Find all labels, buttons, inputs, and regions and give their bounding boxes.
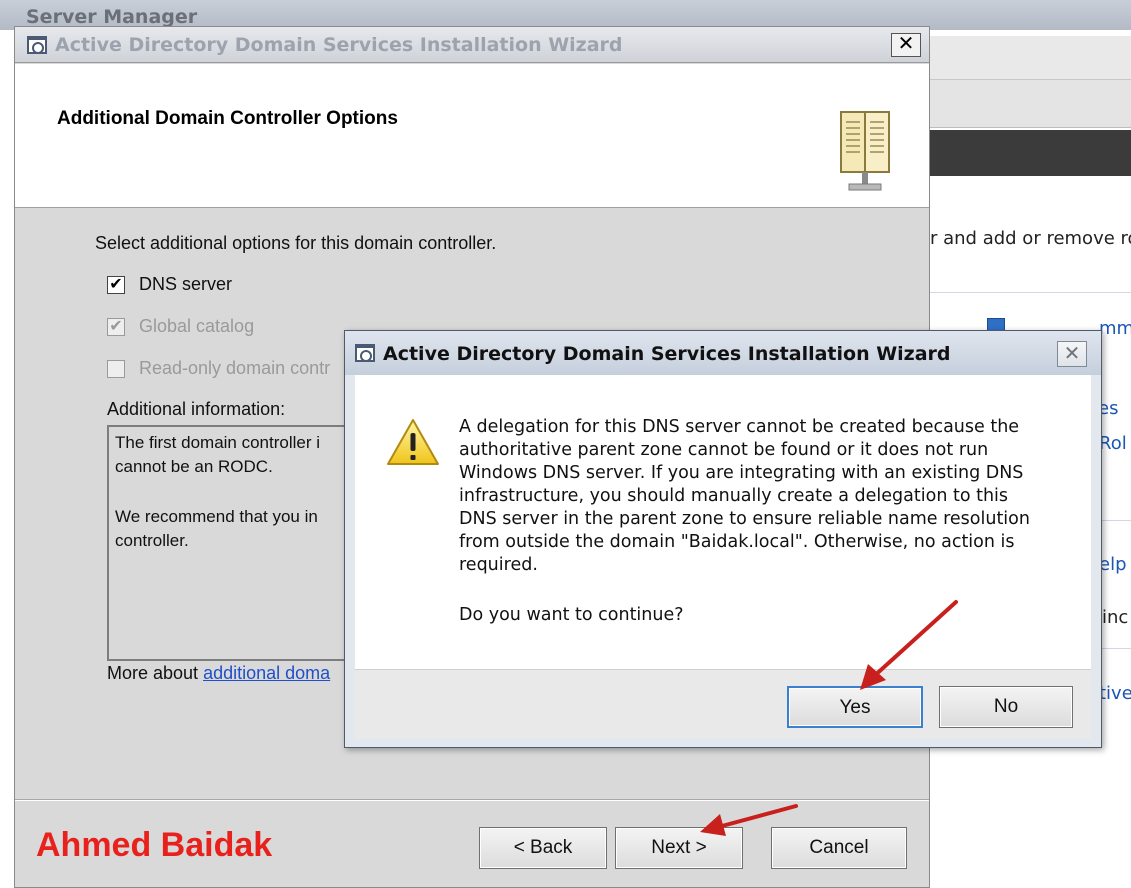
- additional-info-box: The first domain controller i cannot be …: [107, 425, 367, 661]
- wizard-header: Additional Domain Controller Options: [15, 64, 929, 208]
- global-catalog-checkbox: ✔: [107, 318, 125, 336]
- message-line: authoritative parent zone cannot be foun…: [459, 440, 989, 460]
- divider: [930, 292, 1131, 293]
- active-directory-link[interactable]: tive: [1099, 683, 1131, 704]
- add-roles-link[interactable]: Rol: [1099, 433, 1127, 454]
- message-line: required.: [459, 555, 538, 575]
- instruction-text: Select additional options for this domai…: [95, 233, 497, 253]
- arrow-icon: [700, 804, 798, 836]
- page-title: Additional Domain Controller Options: [57, 108, 398, 129]
- menu-bar: [930, 36, 1131, 80]
- rodc-label: Read-only domain contr: [139, 358, 331, 378]
- message-line: DNS server in the parent zone to ensure …: [459, 509, 1030, 529]
- close-icon: ✕: [897, 33, 915, 55]
- section-header: [930, 130, 1131, 176]
- wizard-titlebar: Active Directory Domain Services Install…: [15, 27, 929, 63]
- help-link[interactable]: elp: [1099, 554, 1127, 575]
- close-icon: ✕: [1063, 343, 1081, 365]
- more-about-text: More about additional doma: [107, 663, 330, 684]
- dns-server-label: DNS server: [139, 274, 233, 294]
- more-about-link[interactable]: additional doma: [203, 663, 330, 683]
- info-line: The first domain controller i: [115, 433, 321, 452]
- background-text: inc: [1102, 607, 1129, 628]
- app-icon: [355, 344, 375, 362]
- dialog-content: A delegation for this DNS server cannot …: [355, 375, 1091, 669]
- info-line: We recommend that you in: [115, 507, 318, 526]
- more-about-prefix: More about: [107, 663, 204, 683]
- wizard-close-button[interactable]: ✕: [891, 33, 921, 57]
- dialog-close-button[interactable]: ✕: [1057, 341, 1087, 367]
- message-line: Windows DNS server. If you are integrati…: [459, 463, 1024, 483]
- book-icon: [840, 111, 890, 191]
- arrow-icon: [860, 600, 958, 690]
- roles-description-text: r and add or remove ro: [930, 228, 1131, 249]
- dialog-titlebar: Active Directory Domain Services Install…: [345, 331, 1101, 375]
- summary-link[interactable]: mma: [1099, 318, 1131, 339]
- rodc-checkbox: [107, 360, 125, 378]
- app-icon: [27, 36, 47, 54]
- dialog-title: Active Directory Domain Services Install…: [383, 343, 951, 365]
- global-catalog-label: Global catalog: [139, 316, 255, 336]
- back-button[interactable]: < Back: [479, 827, 607, 869]
- wizard-title: Active Directory Domain Services Install…: [55, 34, 623, 56]
- warning-icon: [387, 419, 439, 465]
- question-text: Do you want to continue?: [459, 605, 684, 625]
- info-line: cannot be an RODC.: [115, 457, 273, 476]
- message-line: A delegation for this DNS server cannot …: [459, 417, 1020, 437]
- message-line: from outside the domain "Baidak.local". …: [459, 532, 1015, 552]
- info-line: controller.: [115, 531, 189, 550]
- dns-server-checkbox[interactable]: ✔: [107, 276, 125, 294]
- server-manager-title: Server Manager: [26, 6, 198, 28]
- toolbar: [930, 80, 1131, 128]
- additional-info-label: Additional information:: [107, 399, 286, 419]
- dialog-footer: Yes No: [355, 669, 1091, 739]
- message-line: infrastructure, you should manually crea…: [459, 486, 1009, 506]
- warning-dialog: Active Directory Domain Services Install…: [344, 330, 1102, 748]
- author-watermark: Ahmed Baidak: [36, 826, 273, 864]
